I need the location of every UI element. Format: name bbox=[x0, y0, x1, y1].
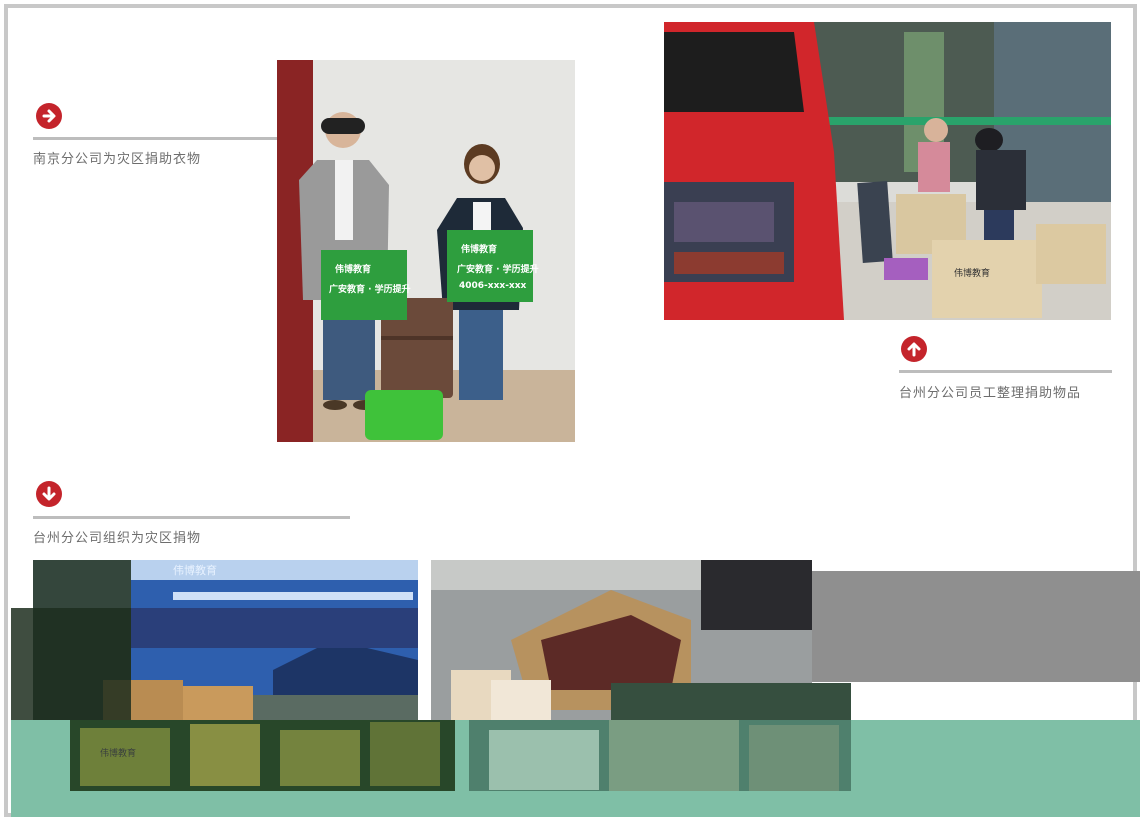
caption-rule bbox=[33, 137, 279, 140]
bag-phone: 4006-xxx-xxx bbox=[459, 281, 527, 291]
overlay-boxes-bottom-right bbox=[469, 720, 851, 791]
bag-text-right: 伟博教育 bbox=[461, 243, 497, 255]
bag-sub-left: 广安教育 · 学历提升 bbox=[329, 283, 411, 295]
box-text-banner: 伟博教育 bbox=[100, 747, 136, 759]
caption-rule bbox=[33, 516, 350, 519]
photo-car-loading: 伟博教育 bbox=[664, 22, 1111, 320]
arrow-up-icon bbox=[901, 336, 927, 362]
bag-text-left: 伟博教育 bbox=[335, 263, 371, 275]
bag-sub-right: 广安教育 · 学历提升 bbox=[457, 263, 539, 275]
caption-rule bbox=[899, 370, 1112, 373]
caption-nanjing: 南京分公司为灾区捐助衣物 bbox=[33, 152, 202, 167]
photo-people-bags: 伟博教育 广安教育 · 学历提升 伟博教育 广安教育 · 学历提升 4006-x… bbox=[277, 60, 575, 442]
overlay-boxes-bottom-left: 伟博教育 bbox=[70, 720, 455, 791]
banner-title: 伟博教育 bbox=[173, 563, 217, 577]
arrow-down-icon bbox=[36, 481, 62, 507]
arrow-right-icon bbox=[36, 103, 62, 129]
caption-taizhou-staff: 台州分公司员工整理捐助物品 bbox=[899, 386, 1082, 401]
overlay-band bbox=[11, 608, 131, 720]
overlay-gray-block bbox=[812, 571, 1140, 682]
overlay-band bbox=[131, 608, 418, 648]
caption-taizhou-org: 台州分公司组织为灾区捐物 bbox=[33, 531, 202, 546]
box-text-car: 伟博教育 bbox=[954, 267, 990, 279]
